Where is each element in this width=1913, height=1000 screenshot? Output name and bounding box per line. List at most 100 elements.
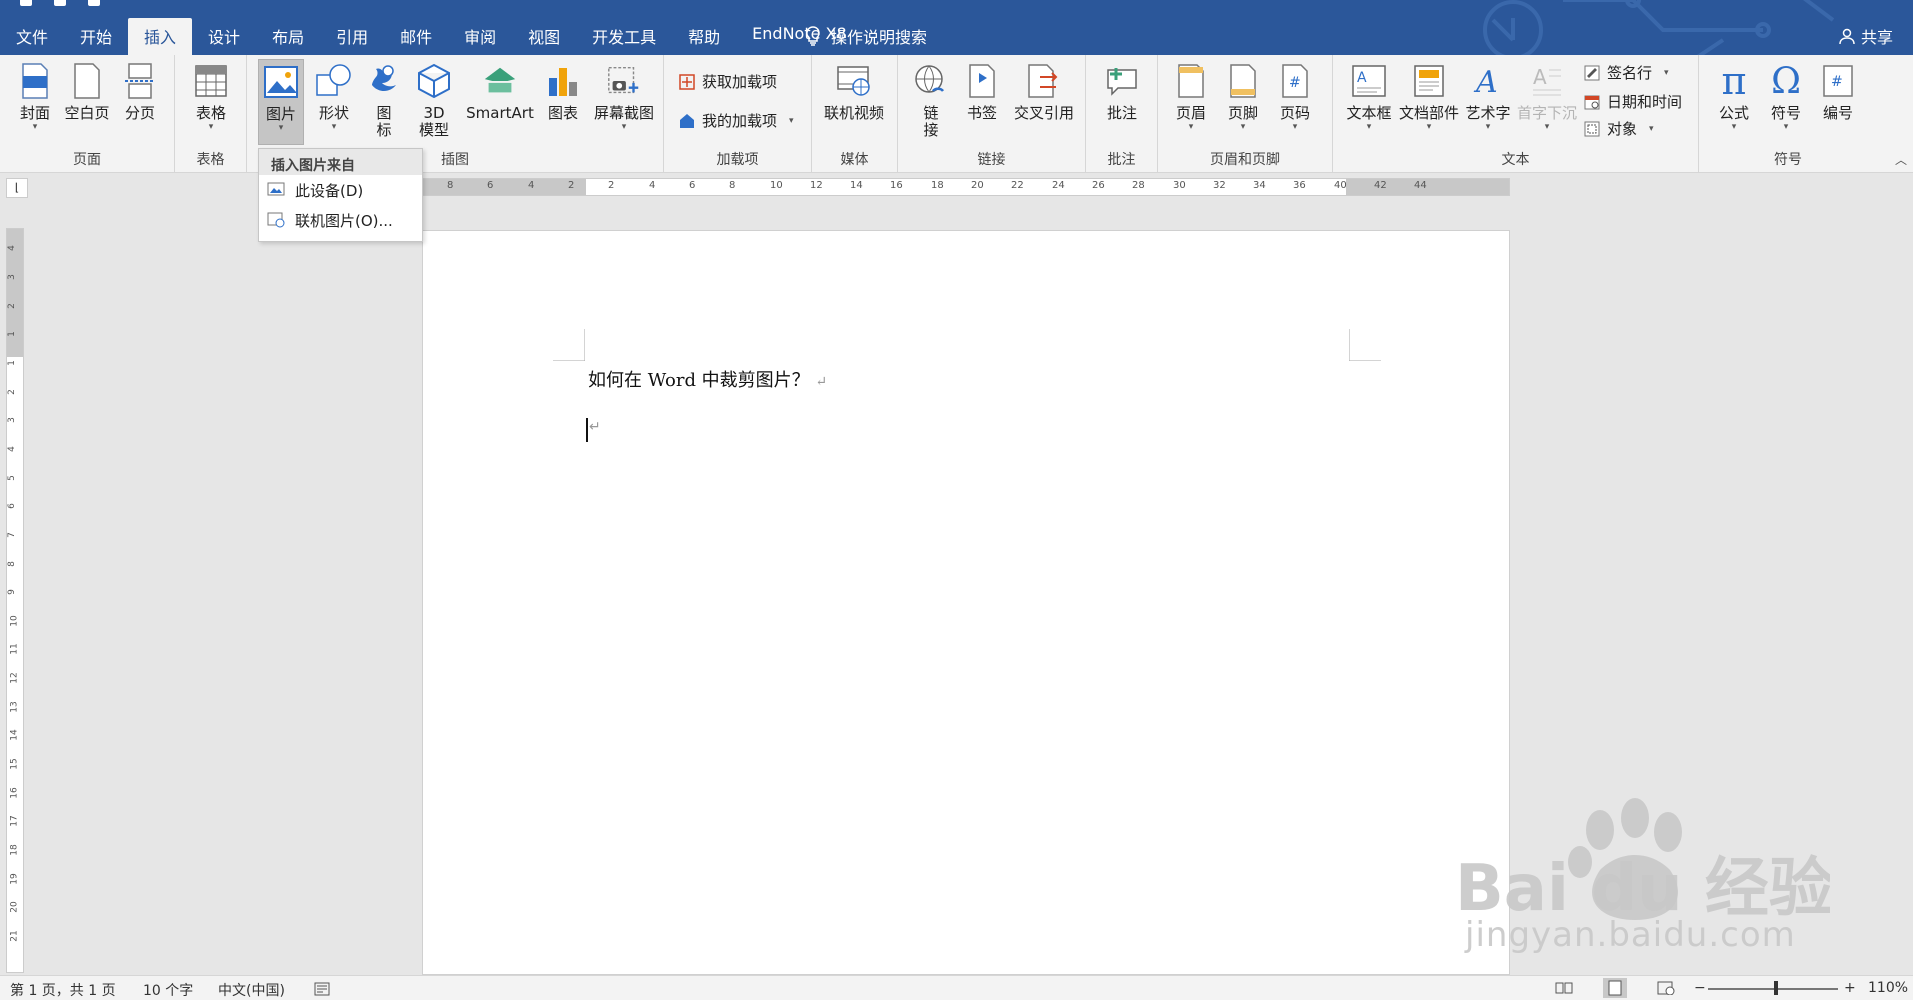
tab-layout[interactable]: 布局 bbox=[256, 18, 320, 55]
globe-link-icon bbox=[915, 65, 945, 93]
horizontal-ruler[interactable]: 8 6 4 2 2 4 6 8 10 12 14 16 18 20 22 24 26 28 30 32 34 36 40 42… bbox=[422, 178, 1510, 196]
page-number-button[interactable]: # 页码 ▾ bbox=[1274, 61, 1316, 132]
ruler-number: 16 bbox=[9, 787, 20, 799]
save-icon[interactable] bbox=[20, 0, 32, 6]
this-device-item[interactable]: 此设备(D) bbox=[259, 175, 422, 205]
online-video-button[interactable]: 联机视频 bbox=[818, 61, 890, 122]
date-time-button[interactable]: 日期和时间 bbox=[1583, 91, 1682, 112]
footer-icon bbox=[1230, 64, 1256, 98]
equation-button[interactable]: π 公式 ▾ bbox=[1713, 61, 1755, 133]
zoom-slider[interactable] bbox=[1708, 988, 1838, 990]
shapes-button[interactable]: 形状 ▾ bbox=[312, 61, 356, 132]
ruler-number: 21 bbox=[9, 930, 20, 942]
share-button[interactable]: 共享 bbox=[1839, 24, 1893, 48]
link-button[interactable]: 链 接 bbox=[910, 61, 952, 139]
signature-line-button[interactable]: 签名行 ▾ bbox=[1583, 62, 1669, 83]
page-number-icon: # bbox=[1282, 64, 1308, 98]
tab-mailings[interactable]: 邮件 bbox=[384, 18, 448, 55]
chart-button[interactable]: 图表 bbox=[543, 61, 583, 122]
read-mode-icon[interactable] bbox=[1555, 981, 1573, 995]
redo-icon[interactable] bbox=[88, 0, 100, 6]
title-tab-bar: 文件 开始 插入 设计 布局 引用 邮件 审阅 视图 开发工具 帮助 EndNo… bbox=[0, 0, 1913, 55]
macro-record-icon[interactable] bbox=[314, 982, 330, 996]
group-pages: 封面 ▾ 空白页 分页 页面 bbox=[0, 55, 175, 173]
print-layout-icon[interactable] bbox=[1603, 978, 1627, 998]
tab-developer[interactable]: 开发工具 bbox=[576, 18, 672, 55]
group-comments: 批注 批注 bbox=[1086, 55, 1158, 173]
ruler-number: 4 bbox=[6, 245, 17, 251]
numbering-button[interactable]: # 编号 bbox=[1817, 61, 1859, 122]
chevron-down-icon: ▾ bbox=[1366, 122, 1372, 132]
signature-icon bbox=[1584, 65, 1600, 80]
vertical-ruler[interactable]: 4 3 2 1 1 2 3 4 5 6 7 8 9 10 11 12 13 14 15 16 17 18 19 20 21 bbox=[6, 228, 24, 973]
language[interactable]: 中文(中国) bbox=[218, 980, 285, 1000]
bookmark-icon bbox=[969, 64, 995, 98]
tab-help[interactable]: 帮助 bbox=[672, 18, 736, 55]
bird-icon bbox=[372, 65, 396, 91]
ruler-number: 9 bbox=[6, 589, 17, 595]
tell-me-search[interactable]: 操作说明搜索 bbox=[805, 24, 927, 48]
smartart-button[interactable]: SmartArt bbox=[465, 61, 535, 122]
text-box-button[interactable]: A 文本框 ▾ bbox=[1343, 61, 1395, 132]
screenshot-button[interactable]: 屏幕截图 ▾ bbox=[590, 61, 658, 132]
ruler-number: 4 bbox=[528, 180, 535, 191]
tab-review[interactable]: 审阅 bbox=[448, 18, 512, 55]
ruler-number: 6 bbox=[487, 180, 494, 191]
undo-icon[interactable] bbox=[54, 0, 66, 6]
ruler-number: 34 bbox=[1253, 180, 1266, 191]
tab-file[interactable]: 文件 bbox=[0, 18, 64, 55]
quick-parts-button[interactable]: 文档部件 ▾ bbox=[1397, 61, 1461, 132]
document-title-line[interactable]: 如何在 Word 中裁剪图片？ ↵ bbox=[588, 366, 827, 392]
zoom-out-button[interactable]: − bbox=[1694, 980, 1706, 996]
ruler-number: 1 bbox=[6, 331, 17, 337]
object-button[interactable]: 对象 ▾ bbox=[1583, 118, 1654, 139]
group-media: 联机视频 媒体 bbox=[812, 55, 898, 173]
tab-insert[interactable]: 插入 bbox=[128, 18, 193, 55]
zoom-slider-thumb[interactable] bbox=[1774, 981, 1778, 995]
ruler-number: 40 bbox=[1334, 180, 1347, 191]
tab-references[interactable]: 引用 bbox=[320, 18, 384, 55]
zoom-level[interactable]: 110% bbox=[1868, 980, 1908, 996]
menu-header: 插入图片来自 bbox=[259, 149, 422, 175]
online-pictures-item[interactable]: 联机图片(O)... bbox=[259, 205, 422, 235]
ruler-number: 36 bbox=[1293, 180, 1306, 191]
tab-view[interactable]: 视图 bbox=[512, 18, 576, 55]
group-label-text: 文本 bbox=[1501, 152, 1530, 168]
collapse-ribbon-icon[interactable]: ︿ bbox=[1895, 151, 1907, 168]
group-label-tables: 表格 bbox=[196, 152, 225, 168]
svg-text:#: # bbox=[1289, 75, 1301, 91]
icons-button[interactable]: 图 标 bbox=[364, 61, 404, 139]
cover-page-button[interactable]: 封面 ▾ bbox=[14, 61, 56, 132]
tab-design[interactable]: 设计 bbox=[192, 18, 256, 55]
new-comment-button[interactable]: 批注 bbox=[1100, 61, 1144, 122]
wordart-button[interactable]: A 艺术字 ▾ bbox=[1463, 61, 1513, 132]
ruler-number: 26 bbox=[1092, 180, 1105, 191]
tab-selector[interactable]: ⌊ bbox=[6, 178, 28, 198]
ribbon-tabs: 文件 开始 插入 设计 布局 引用 邮件 审阅 视图 开发工具 帮助 EndNo… bbox=[0, 18, 863, 55]
page-break-button[interactable]: 分页 bbox=[118, 61, 162, 122]
3d-models-button[interactable]: 3D 模型 bbox=[412, 61, 456, 139]
my-addins-button[interactable]: 我的加载项 ▾ bbox=[678, 110, 794, 131]
drop-cap-button[interactable]: A 首字下沉 ▾ bbox=[1515, 61, 1579, 132]
chevron-down-icon: ▾ bbox=[1485, 122, 1491, 132]
pictures-button[interactable]: 图片 ▾ bbox=[258, 59, 304, 145]
header-button[interactable]: 页眉 ▾ bbox=[1170, 61, 1212, 132]
zoom-in-button[interactable]: + bbox=[1844, 980, 1856, 996]
ruler-number: 3 bbox=[6, 417, 17, 423]
web-layout-icon[interactable] bbox=[1657, 981, 1675, 995]
footer-button[interactable]: 页脚 ▾ bbox=[1222, 61, 1264, 132]
group-label-comments: 批注 bbox=[1107, 152, 1136, 168]
table-button[interactable]: 表格 ▾ bbox=[189, 61, 233, 132]
ruler-number: 5 bbox=[6, 475, 17, 481]
tab-home[interactable]: 开始 bbox=[64, 18, 128, 55]
get-addins-button[interactable]: 获取加载项 bbox=[678, 71, 777, 92]
ruler-number: 4 bbox=[6, 446, 17, 452]
ruler-number: 16 bbox=[890, 180, 903, 191]
blank-page-button[interactable]: 空白页 bbox=[62, 61, 112, 122]
word-count[interactable]: 10 个字 bbox=[143, 980, 193, 1000]
cross-reference-button[interactable]: 交叉引用 bbox=[1010, 61, 1078, 122]
page-count[interactable]: 第 1 页，共 1 页 bbox=[10, 980, 116, 1000]
symbol-button[interactable]: Ω 符号 ▾ bbox=[1765, 61, 1807, 132]
document-page[interactable]: 如何在 Word 中裁剪图片？ ↵ ↵ bbox=[422, 230, 1510, 975]
bookmark-button[interactable]: 书签 bbox=[962, 61, 1002, 122]
